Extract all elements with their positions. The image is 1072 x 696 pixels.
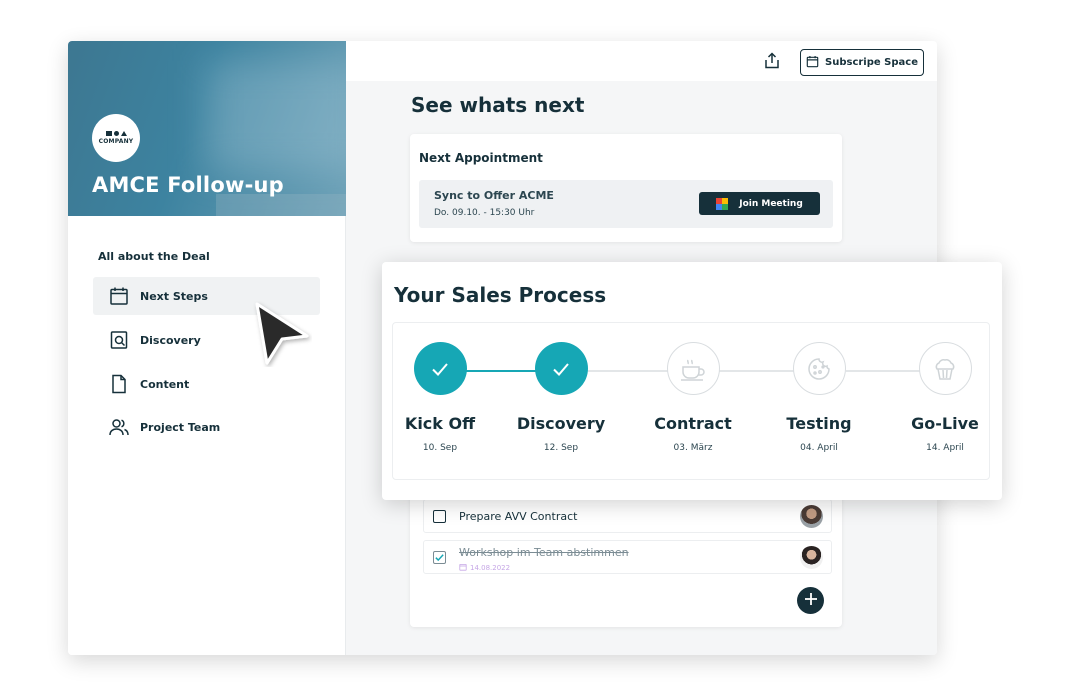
step-date: 12. Sep <box>543 443 579 453</box>
company-logo: COMPANY <box>92 114 140 162</box>
step-go-live[interactable]: Go-Live 14. April <box>875 342 1015 453</box>
sidebar-item-project-team[interactable]: Project Team <box>93 408 320 446</box>
step-label: Go-Live <box>911 414 979 433</box>
avatar <box>800 505 823 528</box>
step-kick-off[interactable]: Kick Off 10. Sep <box>370 342 510 453</box>
subscribe-space-button[interactable]: Subscripe Space <box>800 49 924 76</box>
check-icon <box>435 554 444 562</box>
sidebar-item-label: Content <box>140 377 190 391</box>
step-date: 03. März <box>673 443 713 453</box>
coffee-icon <box>666 342 720 395</box>
todo-date: 14.08.2022 <box>459 563 510 573</box>
mouse-pointer-icon <box>255 302 309 365</box>
avatar <box>800 546 823 569</box>
search-document-icon <box>109 330 129 350</box>
document-icon <box>109 374 129 394</box>
sidebar-item-label: Project Team <box>140 420 221 434</box>
sidebar-item-label: Discovery <box>140 333 201 347</box>
calendar-icon <box>109 286 129 306</box>
logo-shapes-icon <box>105 131 127 136</box>
add-todo-button[interactable] <box>797 587 824 614</box>
step-date: 04. April <box>800 443 838 453</box>
next-appointment-card: Next Appointment Sync to Offer ACME Do. … <box>410 134 842 242</box>
google-meet-icon <box>716 197 732 210</box>
sales-process-title: Your Sales Process <box>394 283 607 307</box>
sidebar-hero: COMPANY AMCE Follow-up <box>68 41 346 216</box>
step-label: Kick Off <box>404 414 476 433</box>
sidebar-item-label: Next Steps <box>140 289 208 303</box>
logo-text: COMPANY <box>98 138 134 145</box>
step-label: Discovery <box>516 414 606 433</box>
muffin-icon <box>918 342 972 395</box>
step-date: 14. April <box>926 443 964 453</box>
subscribe-label: Subscripe Space <box>825 57 918 68</box>
share-button[interactable] <box>762 51 782 73</box>
sales-process-card: Your Sales Process Kick Off 10. Sep Disc… <box>382 262 1002 500</box>
step-label: Contract <box>654 414 732 433</box>
cookie-icon <box>792 342 846 395</box>
space-title: AMCE Follow-up <box>92 173 284 197</box>
appointment-time: Do. 09.10. - 15:30 Uhr <box>434 208 535 218</box>
todo-text: Workshop im Team abstimmen <box>459 546 629 559</box>
calendar-icon <box>806 55 819 71</box>
sidebar-item-content[interactable]: Content <box>93 365 320 403</box>
todo-card: Prepare AVV Contract Workshop im Team ab… <box>410 481 842 627</box>
check-icon <box>534 342 588 395</box>
appointment-heading: Next Appointment <box>419 151 543 165</box>
appointment-row: Sync to Offer ACME Do. 09.10. - 15:30 Uh… <box>419 180 833 228</box>
process-steps: Kick Off 10. Sep Discovery 12. Sep Contr… <box>392 322 990 480</box>
join-meeting-button[interactable]: Join Meeting <box>699 192 820 215</box>
share-icon <box>764 51 780 73</box>
users-icon <box>109 417 129 437</box>
step-contract[interactable]: Contract 03. März <box>623 342 763 453</box>
step-testing[interactable]: Testing 04. April <box>749 342 889 453</box>
plus-icon <box>804 591 818 610</box>
section-label: All about the Deal <box>98 250 210 263</box>
todo-checkbox[interactable] <box>433 510 446 523</box>
top-bar: Subscripe Space <box>346 41 937 81</box>
step-discovery[interactable]: Discovery 12. Sep <box>491 342 631 453</box>
calendar-icon <box>459 563 467 573</box>
appointment-name: Sync to Offer ACME <box>434 189 554 202</box>
check-icon <box>413 342 467 395</box>
todo-item: Prepare AVV Contract <box>423 499 832 533</box>
todo-item: Workshop im Team abstimmen 14.08.2022 <box>423 540 832 574</box>
step-label: Testing <box>786 414 852 433</box>
step-date: 10. Sep <box>422 443 458 453</box>
page-title: See whats next <box>411 93 585 117</box>
todo-checkbox-checked[interactable] <box>433 551 446 564</box>
todo-text: Prepare AVV Contract <box>459 510 578 523</box>
join-meeting-label: Join Meeting <box>739 198 803 209</box>
